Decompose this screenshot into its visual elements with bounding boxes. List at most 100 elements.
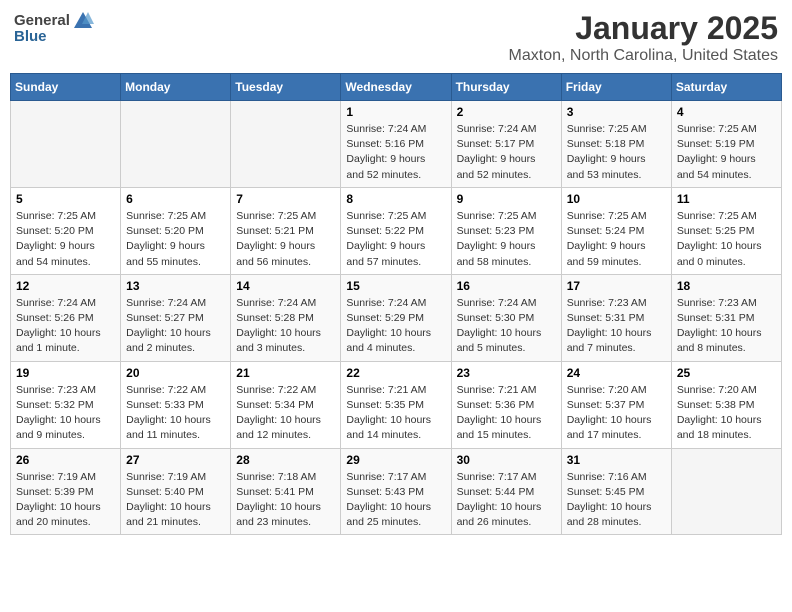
calendar-cell: 18 Sunrise: 7:23 AM Sunset: 5:31 PM Dayli…	[671, 274, 781, 361]
day-info: Sunrise: 7:22 AM Sunset: 5:34 PM Dayligh…	[236, 383, 335, 444]
day-number: 28	[236, 453, 335, 467]
title-block: January 2025 Maxton, North Carolina, Uni…	[509, 10, 778, 65]
day-info: Sunrise: 7:24 AM Sunset: 5:27 PM Dayligh…	[126, 296, 225, 357]
calendar-cell	[121, 101, 231, 188]
day-info: Sunrise: 7:25 AM Sunset: 5:20 PM Dayligh…	[16, 209, 115, 270]
day-info: Sunrise: 7:24 AM Sunset: 5:16 PM Dayligh…	[346, 122, 445, 183]
day-number: 1	[346, 105, 445, 119]
weekday-header-wednesday: Wednesday	[341, 74, 451, 101]
day-info: Sunrise: 7:17 AM Sunset: 5:44 PM Dayligh…	[457, 470, 556, 531]
day-info: Sunrise: 7:16 AM Sunset: 5:45 PM Dayligh…	[567, 470, 666, 531]
day-info: Sunrise: 7:19 AM Sunset: 5:40 PM Dayligh…	[126, 470, 225, 531]
calendar-week-4: 19 Sunrise: 7:23 AM Sunset: 5:32 PM Dayli…	[11, 361, 782, 448]
calendar-cell: 27 Sunrise: 7:19 AM Sunset: 5:40 PM Dayli…	[121, 448, 231, 535]
calendar-cell: 23 Sunrise: 7:21 AM Sunset: 5:36 PM Dayli…	[451, 361, 561, 448]
weekday-header-saturday: Saturday	[671, 74, 781, 101]
day-info: Sunrise: 7:25 AM Sunset: 5:23 PM Dayligh…	[457, 209, 556, 270]
day-info: Sunrise: 7:25 AM Sunset: 5:18 PM Dayligh…	[567, 122, 666, 183]
day-number: 29	[346, 453, 445, 467]
day-number: 14	[236, 279, 335, 293]
page-header: General Blue January 2025 Maxton, North …	[10, 10, 782, 65]
day-number: 12	[16, 279, 115, 293]
day-info: Sunrise: 7:25 AM Sunset: 5:20 PM Dayligh…	[126, 209, 225, 270]
day-info: Sunrise: 7:21 AM Sunset: 5:36 PM Dayligh…	[457, 383, 556, 444]
day-info: Sunrise: 7:23 AM Sunset: 5:31 PM Dayligh…	[567, 296, 666, 357]
day-info: Sunrise: 7:24 AM Sunset: 5:26 PM Dayligh…	[16, 296, 115, 357]
day-number: 11	[677, 192, 776, 206]
day-info: Sunrise: 7:19 AM Sunset: 5:39 PM Dayligh…	[16, 470, 115, 531]
calendar-cell: 9 Sunrise: 7:25 AM Sunset: 5:23 PM Daylig…	[451, 187, 561, 274]
calendar-table: SundayMondayTuesdayWednesdayThursdayFrid…	[10, 73, 782, 535]
calendar-cell: 8 Sunrise: 7:25 AM Sunset: 5:22 PM Daylig…	[341, 187, 451, 274]
calendar-cell: 15Sunrise: 7:24 AM Sunset: 5:29 PM Dayli…	[341, 274, 451, 361]
day-number: 31	[567, 453, 666, 467]
day-info: Sunrise: 7:25 AM Sunset: 5:22 PM Dayligh…	[346, 209, 445, 270]
weekday-header-row: SundayMondayTuesdayWednesdayThursdayFrid…	[11, 74, 782, 101]
calendar-cell: 17 Sunrise: 7:23 AM Sunset: 5:31 PM Dayli…	[561, 274, 671, 361]
day-info: Sunrise: 7:23 AM Sunset: 5:32 PM Dayligh…	[16, 383, 115, 444]
day-number: 17	[567, 279, 666, 293]
page-title: January 2025	[509, 10, 778, 47]
calendar-week-2: 5Sunrise: 7:25 AM Sunset: 5:20 PM Daylig…	[11, 187, 782, 274]
day-number: 26	[16, 453, 115, 467]
day-number: 21	[236, 366, 335, 380]
day-number: 23	[457, 366, 556, 380]
day-number: 10	[567, 192, 666, 206]
day-info: Sunrise: 7:21 AM Sunset: 5:35 PM Dayligh…	[346, 383, 445, 444]
day-number: 20	[126, 366, 225, 380]
day-number: 30	[457, 453, 556, 467]
day-number: 8	[346, 192, 445, 206]
day-number: 18	[677, 279, 776, 293]
day-number: 15	[346, 279, 445, 293]
day-number: 6	[126, 192, 225, 206]
calendar-cell	[231, 101, 341, 188]
calendar-cell: 28 Sunrise: 7:18 AM Sunset: 5:41 PM Dayli…	[231, 448, 341, 535]
weekday-header-monday: Monday	[121, 74, 231, 101]
weekday-header-friday: Friday	[561, 74, 671, 101]
logo-general-text: General	[14, 12, 70, 29]
calendar-cell: 16Sunrise: 7:24 AM Sunset: 5:30 PM Dayli…	[451, 274, 561, 361]
day-info: Sunrise: 7:24 AM Sunset: 5:30 PM Dayligh…	[457, 296, 556, 357]
calendar-cell: 5Sunrise: 7:25 AM Sunset: 5:20 PM Daylig…	[11, 187, 121, 274]
day-info: Sunrise: 7:25 AM Sunset: 5:25 PM Dayligh…	[677, 209, 776, 270]
calendar-cell: 6 Sunrise: 7:25 AM Sunset: 5:20 PM Daylig…	[121, 187, 231, 274]
day-number: 9	[457, 192, 556, 206]
weekday-header-sunday: Sunday	[11, 74, 121, 101]
calendar-cell: 7Sunrise: 7:25 AM Sunset: 5:21 PM Daylig…	[231, 187, 341, 274]
day-info: Sunrise: 7:18 AM Sunset: 5:41 PM Dayligh…	[236, 470, 335, 531]
calendar-cell: 11 Sunrise: 7:25 AM Sunset: 5:25 PM Dayli…	[671, 187, 781, 274]
weekday-header-tuesday: Tuesday	[231, 74, 341, 101]
calendar-cell: 22 Sunrise: 7:21 AM Sunset: 5:35 PM Dayli…	[341, 361, 451, 448]
day-number: 13	[126, 279, 225, 293]
calendar-cell: 19 Sunrise: 7:23 AM Sunset: 5:32 PM Dayli…	[11, 361, 121, 448]
calendar-cell: 2Sunrise: 7:24 AM Sunset: 5:17 PM Daylig…	[451, 101, 561, 188]
calendar-cell: 10Sunrise: 7:25 AM Sunset: 5:24 PM Dayli…	[561, 187, 671, 274]
calendar-week-1: 1 Sunrise: 7:24 AM Sunset: 5:16 PM Daylig…	[11, 101, 782, 188]
day-info: Sunrise: 7:25 AM Sunset: 5:21 PM Dayligh…	[236, 209, 335, 270]
day-number: 4	[677, 105, 776, 119]
day-number: 2	[457, 105, 556, 119]
day-info: Sunrise: 7:24 AM Sunset: 5:28 PM Dayligh…	[236, 296, 335, 357]
calendar-cell: 31 Sunrise: 7:16 AM Sunset: 5:45 PM Dayli…	[561, 448, 671, 535]
weekday-header-thursday: Thursday	[451, 74, 561, 101]
day-info: Sunrise: 7:17 AM Sunset: 5:43 PM Dayligh…	[346, 470, 445, 531]
calendar-cell: 20 Sunrise: 7:22 AM Sunset: 5:33 PM Dayli…	[121, 361, 231, 448]
page-subtitle: Maxton, North Carolina, United States	[509, 47, 778, 65]
day-number: 19	[16, 366, 115, 380]
calendar-cell: 1 Sunrise: 7:24 AM Sunset: 5:16 PM Daylig…	[341, 101, 451, 188]
day-info: Sunrise: 7:20 AM Sunset: 5:37 PM Dayligh…	[567, 383, 666, 444]
calendar-week-3: 12 Sunrise: 7:24 AM Sunset: 5:26 PM Dayli…	[11, 274, 782, 361]
day-info: Sunrise: 7:23 AM Sunset: 5:31 PM Dayligh…	[677, 296, 776, 357]
day-number: 27	[126, 453, 225, 467]
calendar-cell	[11, 101, 121, 188]
calendar-cell: 25Sunrise: 7:20 AM Sunset: 5:38 PM Dayli…	[671, 361, 781, 448]
calendar-cell	[671, 448, 781, 535]
day-number: 3	[567, 105, 666, 119]
calendar-cell: 26 Sunrise: 7:19 AM Sunset: 5:39 PM Dayli…	[11, 448, 121, 535]
day-number: 22	[346, 366, 445, 380]
calendar-cell: 3 Sunrise: 7:25 AM Sunset: 5:18 PM Daylig…	[561, 101, 671, 188]
day-info: Sunrise: 7:22 AM Sunset: 5:33 PM Dayligh…	[126, 383, 225, 444]
calendar-week-5: 26 Sunrise: 7:19 AM Sunset: 5:39 PM Dayli…	[11, 448, 782, 535]
calendar-cell: 29 Sunrise: 7:17 AM Sunset: 5:43 PM Dayli…	[341, 448, 451, 535]
calendar-cell: 21 Sunrise: 7:22 AM Sunset: 5:34 PM Dayli…	[231, 361, 341, 448]
